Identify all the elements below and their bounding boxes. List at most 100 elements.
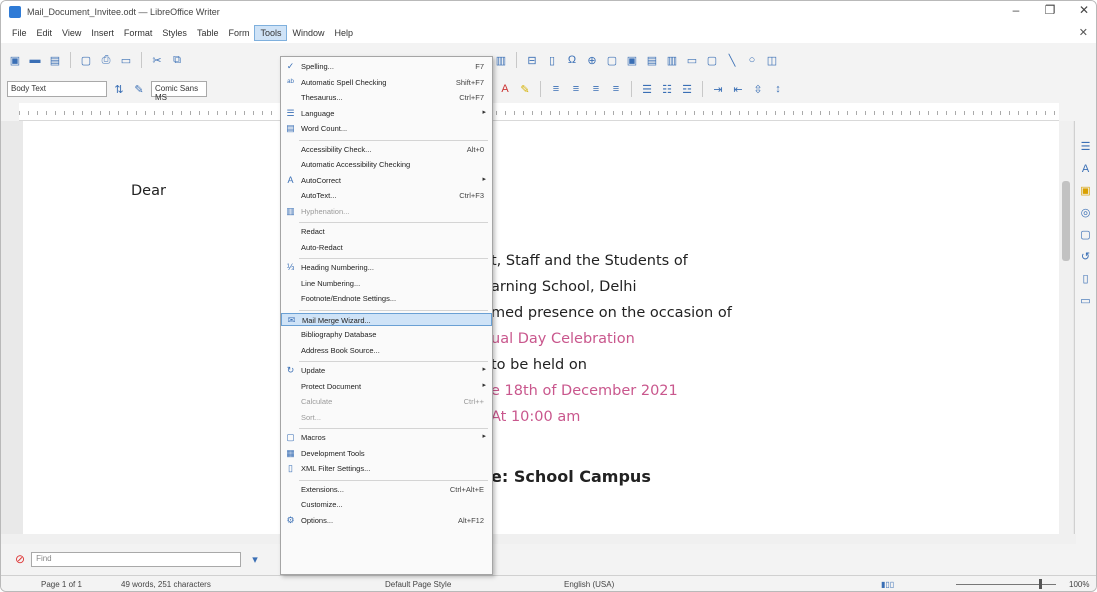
print-preview-icon[interactable]: ▭ <box>118 52 134 68</box>
menu-form[interactable]: Form <box>223 26 254 40</box>
cut-icon[interactable]: ✂ <box>149 52 165 68</box>
tools-menu-item[interactable]: Accessibility Check... Alt+0 <box>281 143 492 156</box>
find-dropdown-icon[interactable]: ▾ <box>247 551 263 567</box>
line-icon[interactable]: ╲ <box>724 52 740 68</box>
justify-icon[interactable]: ≡ <box>608 81 624 97</box>
zoom-knob[interactable] <box>1039 579 1042 589</box>
tools-menu-item[interactable]: Redact <box>281 225 492 238</box>
tools-menu-item[interactable]: ↻ Update ▸ <box>281 364 492 377</box>
tools-menu-item[interactable]: Extensions... Ctrl+Alt+E <box>281 483 492 496</box>
menu-file[interactable]: File <box>7 26 32 40</box>
close-document-icon[interactable]: ✕ <box>1079 26 1088 39</box>
menu-view[interactable]: View <box>57 26 86 40</box>
page-style[interactable]: Default Page Style <box>385 580 451 589</box>
update-style-icon[interactable]: ⇅ <box>111 81 127 97</box>
tools-menu-item[interactable]: ✓ Spelling... F7 <box>281 60 492 73</box>
increase-indent-icon[interactable]: ⇥ <box>710 81 726 97</box>
tools-menu-item[interactable]: ☰ Language ▸ <box>281 107 492 120</box>
menu-tools[interactable]: Tools <box>254 25 288 41</box>
endnote-icon[interactable]: ▣ <box>624 52 640 68</box>
menu-window[interactable]: Window <box>287 26 329 40</box>
scroll-thumb[interactable] <box>1062 181 1070 261</box>
decrease-indent-icon[interactable]: ⇤ <box>730 81 746 97</box>
tools-menu-item[interactable]: Auto-Redact <box>281 241 492 254</box>
gallery-icon[interactable]: ▣ <box>1080 185 1092 198</box>
horizontal-scrollbar[interactable] <box>1 534 1076 544</box>
new-document-icon[interactable]: ▣ <box>7 52 23 68</box>
tools-menu-item[interactable]: Bibliography Database <box>281 328 492 341</box>
manage-changes-icon[interactable]: ▯ <box>1080 273 1092 286</box>
font-name-select[interactable]: Comic Sans MS <box>151 81 207 102</box>
highlight-color-icon[interactable]: ✎ <box>517 81 533 97</box>
open-folder-icon[interactable]: ▬ <box>27 52 43 68</box>
menu-insert[interactable]: Insert <box>86 26 119 40</box>
find-input[interactable]: Find <box>31 551 242 567</box>
save-icon[interactable]: ▤ <box>47 52 63 68</box>
outline-icon[interactable]: ☲ <box>679 81 695 97</box>
minimize-button[interactable]: – <box>1008 3 1024 17</box>
tools-menu-item[interactable]: A AutoCorrect ▸ <box>281 174 492 187</box>
numbering-icon[interactable]: ☷ <box>659 81 675 97</box>
close-button[interactable]: ✕ <box>1076 3 1092 17</box>
language-status[interactable]: English (USA) <box>564 580 614 589</box>
special-character-icon[interactable]: Ω <box>564 52 580 68</box>
line-spacing-icon[interactable]: ↕ <box>770 81 786 97</box>
align-center-icon[interactable]: ≡ <box>568 81 584 97</box>
document-page[interactable]: Dear t, Staff and the Students of arning… <box>23 121 1063 539</box>
tools-menu-item[interactable]: ▤ Word Count... <box>281 122 492 135</box>
page-count[interactable]: Page 1 of 1 <box>41 580 82 589</box>
vertical-scrollbar[interactable] <box>1059 121 1073 539</box>
new-style-icon[interactable]: ✎ <box>131 81 147 97</box>
hyperlink-icon[interactable]: ⊕ <box>584 52 600 68</box>
maximize-button[interactable]: ❐ <box>1042 3 1058 17</box>
footnote-icon[interactable]: ▢ <box>604 52 620 68</box>
align-right-icon[interactable]: ≡ <box>588 81 604 97</box>
tools-menu-item[interactable]: Calculate Ctrl++ <box>281 395 492 408</box>
style-inspector-icon[interactable]: ↺ <box>1080 251 1092 264</box>
print-icon[interactable]: ⎙ <box>98 52 114 68</box>
font-color-icon[interactable]: A <box>497 81 513 97</box>
tools-menu-item[interactable]: ⅓ Heading Numbering... <box>281 261 492 274</box>
shapes-icon[interactable]: ○ <box>744 52 760 68</box>
page-break-icon[interactable]: ⊟ <box>524 52 540 68</box>
cross-reference-icon[interactable]: ▥ <box>664 52 680 68</box>
tools-menu-item[interactable]: ▢ Macros ▸ <box>281 431 492 444</box>
tools-menu-item[interactable]: AutoText... Ctrl+F3 <box>281 189 492 202</box>
tools-menu-item[interactable]: ▦ Development Tools <box>281 447 492 460</box>
view-layout-icon[interactable]: ▮▯▯ <box>881 580 894 589</box>
tools-menu-item[interactable]: Footnote/Endnote Settings... <box>281 292 492 305</box>
insert-textbox-icon[interactable]: ▥ <box>493 52 509 68</box>
tools-menu-item[interactable]: Customize... <box>281 498 492 511</box>
menu-edit[interactable]: Edit <box>32 26 58 40</box>
tools-menu-item[interactable]: ▥ Hyphenation... <box>281 205 492 218</box>
paragraph-spacing-icon[interactable]: ⇳ <box>750 81 766 97</box>
properties-icon[interactable]: ☰ <box>1080 141 1092 154</box>
insert-field-icon[interactable]: ▯ <box>544 52 560 68</box>
page-icon[interactable]: ▢ <box>1080 229 1092 242</box>
word-count[interactable]: 49 words, 251 characters <box>121 580 211 589</box>
horizontal-ruler[interactable] <box>19 103 1059 121</box>
design-icon[interactable]: ▭ <box>1080 295 1092 308</box>
align-left-icon[interactable]: ≡ <box>548 81 564 97</box>
tools-menu-item[interactable]: Protect Document ▸ <box>281 380 492 393</box>
paragraph-style-select[interactable]: Body Text <box>7 81 107 97</box>
tools-menu-item[interactable]: ✉ Mail Merge Wizard... <box>281 312 492 326</box>
track-changes-icon[interactable]: ▢ <box>704 52 720 68</box>
tools-menu-item[interactable]: ▯ XML Filter Settings... <box>281 462 492 475</box>
tools-menu-item[interactable]: ᵃᵇ Automatic Spell Checking Shift+F7 <box>281 76 492 89</box>
tools-menu-item[interactable]: Line Numbering... <box>281 277 492 290</box>
bullets-icon[interactable]: ☰ <box>639 81 655 97</box>
zoom-level[interactable]: 100% <box>1069 580 1089 589</box>
tools-menu-item[interactable]: Address Book Source... <box>281 344 492 357</box>
tools-menu-item[interactable]: Automatic Accessibility Checking <box>281 158 492 171</box>
tools-menu-item[interactable]: Sort... <box>281 411 492 424</box>
tools-menu-item[interactable]: ⚙ Options... Alt+F12 <box>281 514 492 527</box>
tools-menu-item[interactable]: Thesaurus... Ctrl+F7 <box>281 91 492 104</box>
menu-table[interactable]: Table <box>192 26 224 40</box>
draw-functions-icon[interactable]: ◫ <box>764 52 780 68</box>
navigator-icon[interactable]: ◎ <box>1080 207 1092 220</box>
copy-icon[interactable]: ⧉ <box>169 52 185 68</box>
close-find-icon[interactable]: ⊘ <box>15 552 25 566</box>
styles-icon[interactable]: A <box>1080 163 1092 176</box>
menu-format[interactable]: Format <box>119 26 158 40</box>
